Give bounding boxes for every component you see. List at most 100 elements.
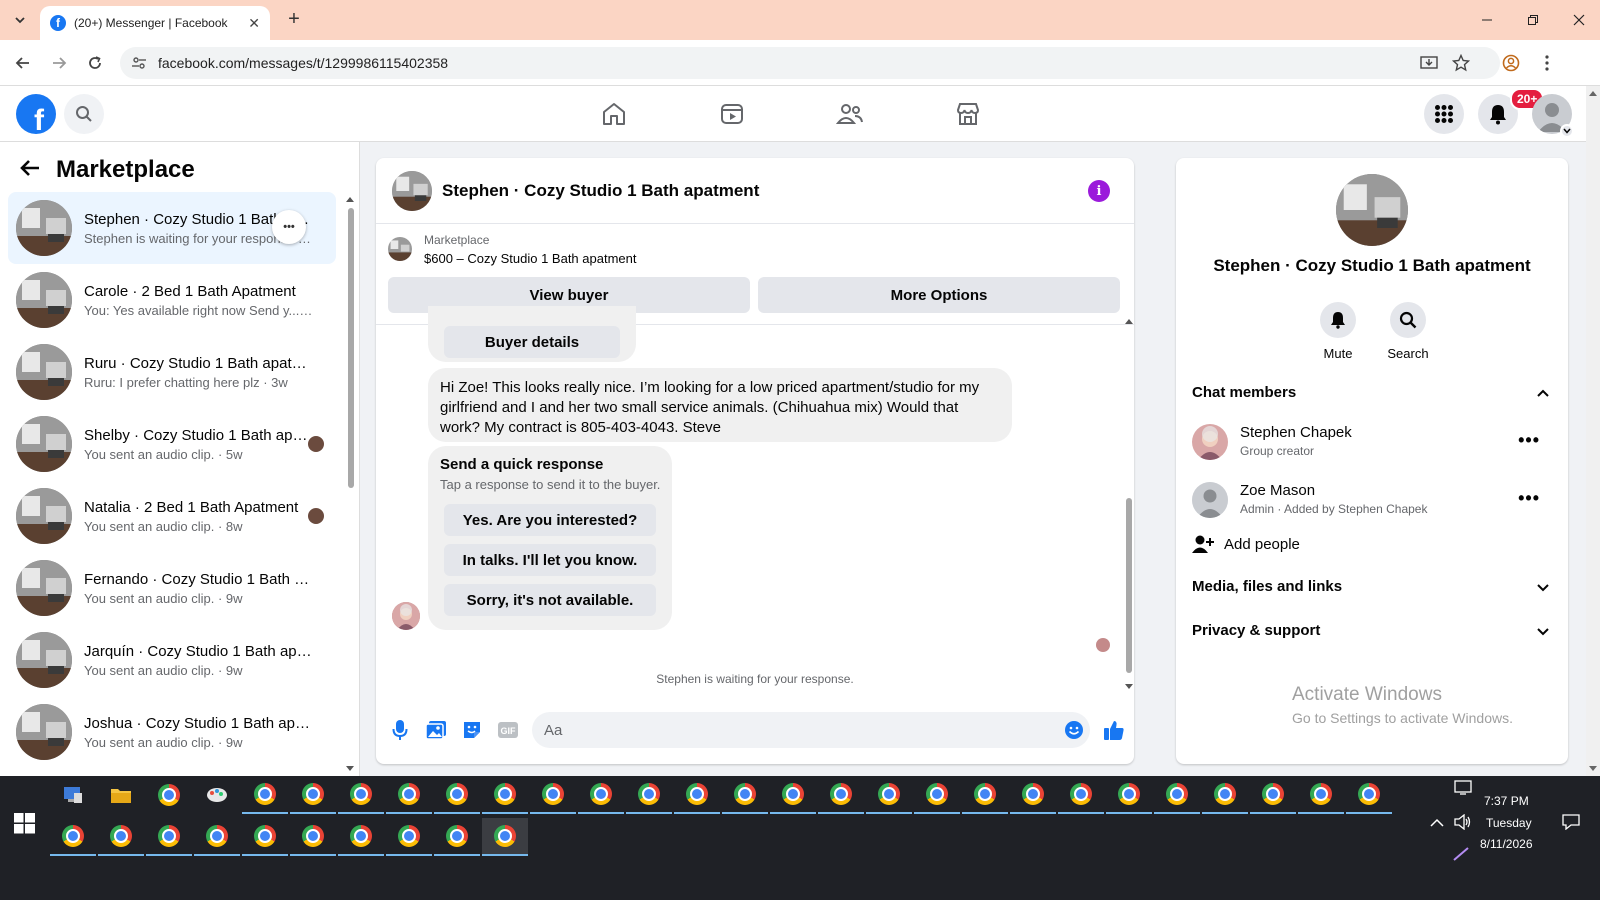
taskbar-app-3[interactable] <box>194 776 240 814</box>
chat-list-item[interactable]: Carole · 2 Bed 1 Bath Apatment You: Yes a… <box>8 264 336 336</box>
taskbar-app-37[interactable] <box>482 818 528 856</box>
taskbar-app-19[interactable] <box>962 776 1008 814</box>
add-people-button[interactable]: Add people <box>1192 534 1300 554</box>
buyer-details-button[interactable]: Buyer details <box>444 326 620 358</box>
taskbar-app-0[interactable] <box>50 776 96 814</box>
media-files-section[interactable]: Media, files and links <box>1192 578 1552 595</box>
taskbar-app-9[interactable] <box>482 776 528 814</box>
taskbar-app-33[interactable] <box>290 818 336 856</box>
taskbar-app-14[interactable] <box>722 776 768 814</box>
taskbar-app-36[interactable] <box>434 818 480 856</box>
tab-search-button[interactable] <box>8 8 32 32</box>
chat-list-scroll-thumb[interactable] <box>348 208 354 488</box>
listing-thumbnail[interactable] <box>388 237 412 261</box>
close-window-button[interactable] <box>1556 0 1600 40</box>
taskbar-app-13[interactable] <box>674 776 720 814</box>
taskbar-app-17[interactable] <box>866 776 912 814</box>
site-settings-icon[interactable] <box>130 54 148 72</box>
emoji-button[interactable] <box>1062 718 1086 742</box>
quick-response-in-talks-button[interactable]: In talks. I'll let you know. <box>444 544 656 576</box>
taskbar-app-28[interactable] <box>50 818 96 856</box>
taskbar-app-21[interactable] <box>1058 776 1104 814</box>
taskbar-view-icon[interactable] <box>1454 780 1472 799</box>
thread-scroll-thumb[interactable] <box>1126 498 1132 673</box>
mute-action[interactable]: Mute <box>1308 302 1368 361</box>
member-options-icon[interactable]: ••• <box>1518 488 1540 509</box>
chat-list-item[interactable]: Fernando · Cozy Studio 1 Bath apatment Yo… <box>8 552 336 624</box>
taskbar-app-22[interactable] <box>1106 776 1152 814</box>
new-tab-button[interactable]: + <box>282 8 306 32</box>
taskbar-app-15[interactable] <box>770 776 816 814</box>
taskbar-app-34[interactable] <box>338 818 384 856</box>
taskbar-app-30[interactable] <box>146 818 192 856</box>
menu-button[interactable] <box>1424 94 1464 134</box>
back-arrow-icon[interactable] <box>20 157 40 183</box>
listing-price-title[interactable]: $600 – Cozy Studio 1 Bath apatment <box>424 251 636 266</box>
chat-list-item[interactable]: Stephen · Cozy Studio 1 Bath apatmentSte… <box>8 192 336 264</box>
taskbar-app-2[interactable] <box>146 776 192 814</box>
back-button[interactable] <box>12 52 34 74</box>
taskbar-app-29[interactable] <box>98 818 144 856</box>
taskbar-app-24[interactable] <box>1202 776 1248 814</box>
member-options-icon[interactable]: ••• <box>1518 430 1540 451</box>
chat-list-item[interactable]: Natalia · 2 Bed 1 Bath Apatment You sent … <box>8 480 336 552</box>
taskbar-app-26[interactable] <box>1298 776 1344 814</box>
taskbar-app-35[interactable] <box>386 818 432 856</box>
restore-button[interactable] <box>1510 0 1556 40</box>
taskbar-app-16[interactable] <box>818 776 864 814</box>
taskbar-app-10[interactable] <box>530 776 576 814</box>
taskbar-app-23[interactable] <box>1154 776 1200 814</box>
nav-home[interactable] <box>598 98 630 130</box>
account-dropdown-icon[interactable] <box>1560 124 1574 138</box>
chat-member-row[interactable]: Stephen Chapek Group creator ••• <box>1192 420 1552 464</box>
page-scrollbar[interactable] <box>1586 86 1600 776</box>
chat-list-item[interactable]: Joshua · Cozy Studio 1 Bath apatment You … <box>8 696 336 768</box>
chat-list-item[interactable]: Ruru · Cozy Studio 1 Bath apatment Ruru: … <box>8 336 336 408</box>
sticker-button[interactable] <box>460 718 484 742</box>
facebook-logo-icon[interactable]: f <box>16 94 56 134</box>
reload-button[interactable] <box>84 52 106 74</box>
voice-clip-button[interactable] <box>388 718 412 742</box>
profile-button[interactable] <box>1500 52 1522 74</box>
taskbar-app-27[interactable] <box>1346 776 1392 814</box>
conversation-info-icon[interactable]: i <box>1088 180 1110 202</box>
pen-icon[interactable] <box>1452 846 1470 865</box>
mute-button[interactable] <box>1320 302 1356 338</box>
url-field[interactable]: facebook.com/messages/t/1299986115402358 <box>120 47 1500 79</box>
clock-time[interactable]: 7:37 PM <box>1484 794 1529 808</box>
quick-response-not-available-button[interactable]: Sorry, it's not available. <box>444 584 656 616</box>
taskbar-app-32[interactable] <box>242 818 288 856</box>
facebook-search-button[interactable] <box>64 94 104 134</box>
forward-button[interactable] <box>48 52 70 74</box>
taskbar-app-11[interactable] <box>578 776 624 814</box>
info-avatar[interactable] <box>1336 174 1408 246</box>
search-action[interactable]: Search <box>1378 302 1438 361</box>
tray-overflow-icon[interactable] <box>1430 817 1444 831</box>
notification-center-icon[interactable] <box>1562 814 1580 833</box>
search-in-conversation-button[interactable] <box>1390 302 1426 338</box>
sender-avatar[interactable] <box>392 602 420 630</box>
privacy-support-section[interactable]: Privacy & support <box>1192 622 1552 639</box>
taskbar-app-1[interactable] <box>98 776 144 814</box>
message-input[interactable] <box>532 712 1090 748</box>
browser-tab-messenger[interactable]: f (20+) Messenger | Facebook ✕ <box>40 6 270 40</box>
taskbar-app-31[interactable] <box>194 818 240 856</box>
taskbar-app-18[interactable] <box>914 776 960 814</box>
taskbar-app-5[interactable] <box>290 776 336 814</box>
taskbar-app-12[interactable] <box>626 776 672 814</box>
taskbar-app-8[interactable] <box>434 776 480 814</box>
browser-menu-button[interactable] <box>1536 52 1558 74</box>
nav-video[interactable] <box>716 98 748 130</box>
conversation-avatar[interactable] <box>392 170 432 211</box>
chat-list-item[interactable]: Shelby · Cozy Studio 1 Bath apatment You … <box>8 408 336 480</box>
gif-button[interactable]: GIF <box>496 718 520 742</box>
install-app-button[interactable] <box>1418 52 1440 74</box>
taskbar-app-25[interactable] <box>1250 776 1296 814</box>
send-like-button[interactable] <box>1102 718 1126 742</box>
taskbar-app-7[interactable] <box>386 776 432 814</box>
volume-icon[interactable] <box>1454 813 1472 833</box>
start-button[interactable] <box>14 812 36 834</box>
taskbar-app-6[interactable] <box>338 776 384 814</box>
taskbar-app-20[interactable] <box>1010 776 1056 814</box>
chat-members-section[interactable]: Chat members <box>1192 384 1552 401</box>
